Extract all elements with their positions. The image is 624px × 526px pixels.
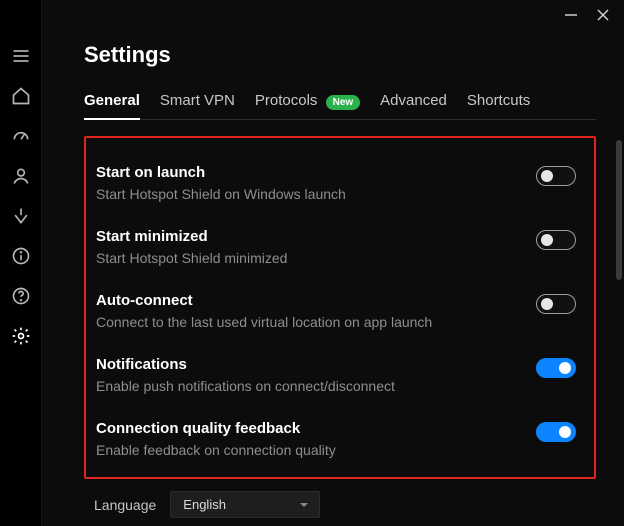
- tab-protocols[interactable]: Protocols New: [255, 92, 360, 119]
- setting-title: Connection quality feedback: [96, 420, 516, 437]
- window-titlebar: [564, 0, 624, 30]
- setting-auto-connect: Auto-connect Connect to the last used vi…: [96, 282, 576, 346]
- setting-start-on-launch: Start on launch Start Hotspot Shield on …: [96, 154, 576, 218]
- account-icon[interactable]: [11, 166, 31, 186]
- setting-subtitle: Enable push notifications on connect/dis…: [96, 377, 516, 396]
- language-label: Language: [94, 497, 156, 513]
- tab-smart-vpn[interactable]: Smart VPN: [160, 92, 235, 119]
- minimize-icon[interactable]: [564, 8, 578, 22]
- toggle-auto-connect[interactable]: [536, 294, 576, 314]
- close-icon[interactable]: [596, 8, 610, 22]
- tabs: General Smart VPN Protocols New Advanced…: [84, 92, 596, 120]
- home-icon[interactable]: [11, 86, 31, 106]
- setting-title: Auto-connect: [96, 292, 516, 309]
- setting-title: Start minimized: [96, 228, 516, 245]
- toggle-start-minimized[interactable]: [536, 230, 576, 250]
- help-icon[interactable]: [11, 286, 31, 306]
- language-row: Language English: [84, 491, 596, 518]
- scrollbar-thumb[interactable]: [616, 140, 622, 280]
- tab-advanced[interactable]: Advanced: [380, 92, 447, 119]
- server-icon[interactable]: [11, 206, 31, 226]
- tab-shortcuts[interactable]: Shortcuts: [467, 92, 530, 119]
- setting-subtitle: Enable feedback on connection quality: [96, 441, 516, 460]
- new-badge: New: [326, 95, 361, 110]
- tab-protocols-label: Protocols: [255, 92, 318, 109]
- page-title: Settings: [84, 42, 596, 68]
- toggle-start-on-launch[interactable]: [536, 166, 576, 186]
- general-settings-panel: Start on launch Start Hotspot Shield on …: [84, 136, 596, 479]
- app-sidebar: [0, 0, 42, 526]
- setting-notifications: Notifications Enable push notifications …: [96, 346, 576, 410]
- language-value: English: [183, 497, 226, 512]
- setting-subtitle: Start Hotspot Shield minimized: [96, 249, 516, 268]
- language-select[interactable]: English: [170, 491, 320, 518]
- speed-gauge-icon[interactable]: [11, 126, 31, 146]
- toggle-connection-quality[interactable]: [536, 422, 576, 442]
- hamburger-menu-icon[interactable]: [11, 46, 31, 66]
- tab-general[interactable]: General: [84, 92, 140, 119]
- content: Settings General Smart VPN Protocols New…: [42, 0, 624, 518]
- setting-title: Start on launch: [96, 164, 516, 181]
- settings-gear-icon[interactable]: [11, 326, 31, 346]
- setting-start-minimized: Start minimized Start Hotspot Shield min…: [96, 218, 576, 282]
- main-area: Settings General Smart VPN Protocols New…: [42, 0, 624, 526]
- info-icon[interactable]: [11, 246, 31, 266]
- toggle-notifications[interactable]: [536, 358, 576, 378]
- setting-subtitle: Connect to the last used virtual locatio…: [96, 313, 516, 332]
- setting-title: Notifications: [96, 356, 516, 373]
- chevron-down-icon: [299, 500, 309, 510]
- setting-subtitle: Start Hotspot Shield on Windows launch: [96, 185, 516, 204]
- setting-connection-quality: Connection quality feedback Enable feedb…: [96, 410, 576, 464]
